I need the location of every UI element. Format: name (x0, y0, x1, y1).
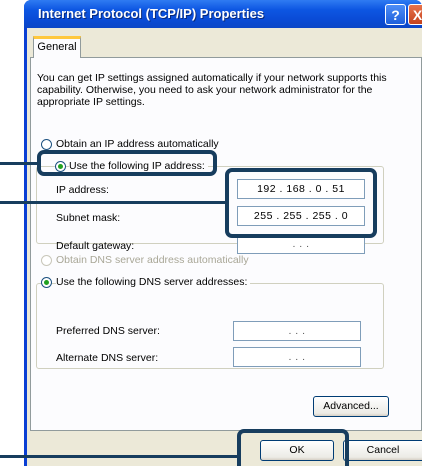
subnet-mask-label: Subnet mask: (56, 212, 121, 224)
close-button[interactable]: X (408, 4, 422, 25)
default-gateway-label: Default gateway: (56, 240, 135, 252)
alternate-dns-input[interactable]: . . . (233, 347, 361, 367)
pointer-line-ip-option (0, 162, 38, 165)
ip-address-label: IP address: (56, 184, 109, 196)
advanced-button[interactable]: Advanced... (313, 396, 389, 417)
cancel-button[interactable]: Cancel (343, 440, 422, 461)
radio-obtain-ip-auto[interactable] (41, 139, 52, 150)
highlight-use-following-ip (37, 150, 217, 176)
radio-use-following-dns[interactable] (41, 277, 52, 288)
info-text: You can get IP settings assigned automat… (37, 72, 387, 108)
highlight-ok-button (237, 429, 349, 466)
radio-use-following-dns-label[interactable]: Use the following DNS server addresses: (56, 276, 251, 288)
radio-obtain-dns-auto-label[interactable]: Obtain DNS server address automatically (56, 254, 249, 266)
window-title: Internet Protocol (TCP/IP) Properties (38, 6, 265, 21)
tab-general[interactable]: General (33, 36, 81, 58)
alternate-dns-label: Alternate DNS server: (56, 352, 159, 364)
pointer-line-ok (0, 455, 238, 458)
pointer-line-ip-fields (0, 201, 226, 204)
preferred-dns-input[interactable]: . . . (233, 321, 361, 341)
radio-obtain-ip-auto-label[interactable]: Obtain an IP address automatically (56, 138, 219, 150)
preferred-dns-label: Preferred DNS server: (56, 325, 160, 337)
radio-obtain-dns-auto[interactable] (41, 255, 52, 266)
highlight-ip-fields (225, 168, 377, 238)
help-button[interactable]: ? (385, 4, 406, 25)
